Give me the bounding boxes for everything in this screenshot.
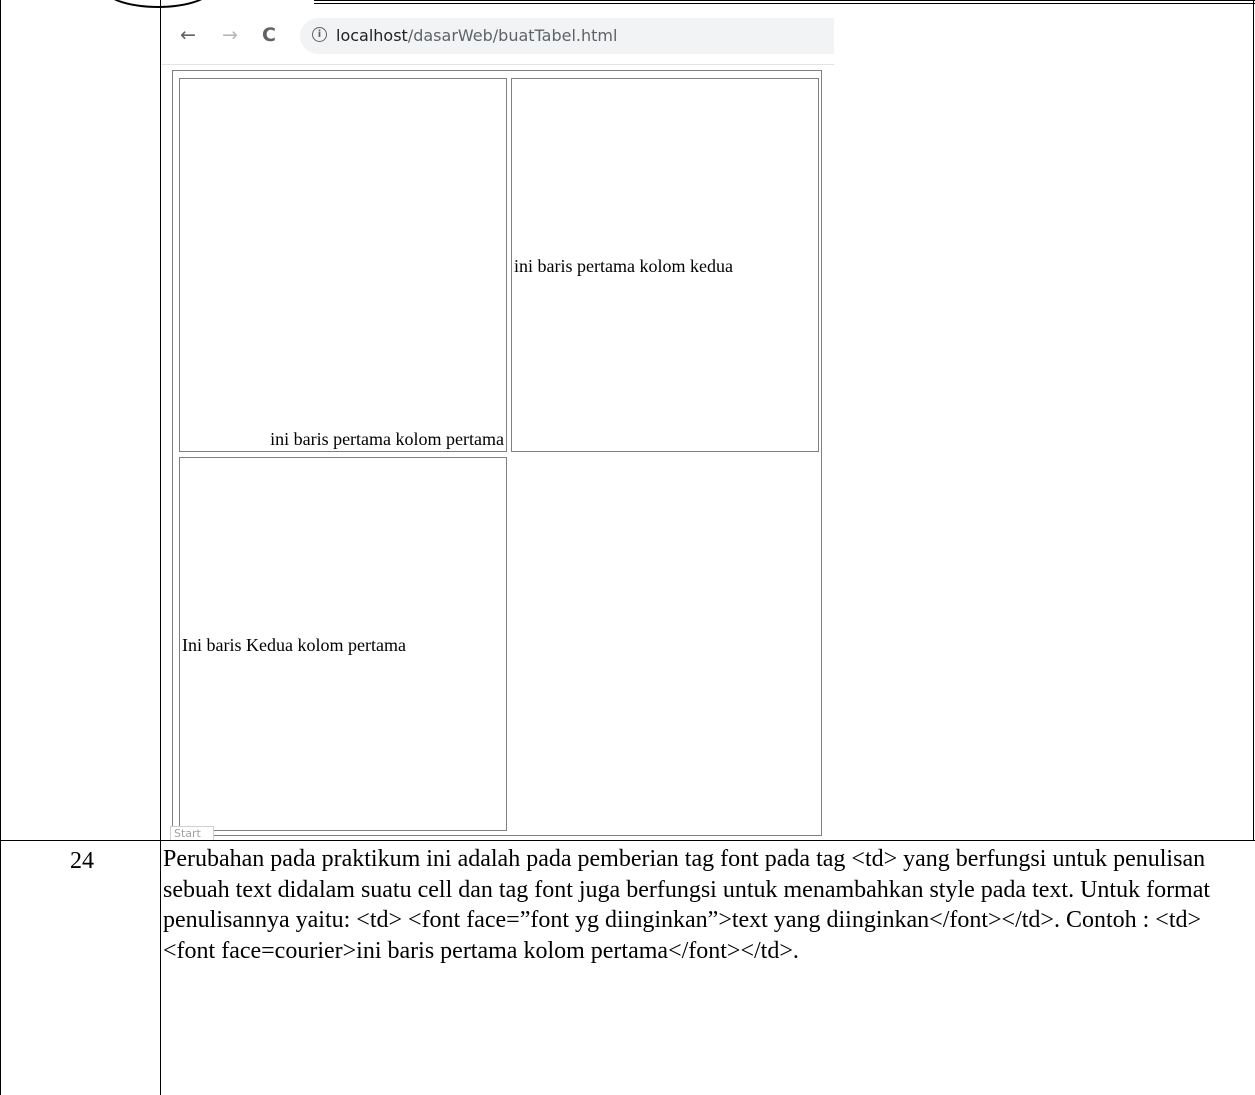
header-logo-arc <box>102 0 214 8</box>
row-number: 24 <box>70 848 94 874</box>
cell-text-r2c1: Ini baris Kedua kolom pertama <box>182 635 406 655</box>
info-icon[interactable]: i <box>312 27 327 42</box>
reload-icon[interactable]: C <box>262 24 276 46</box>
browser-toolbar: ← → C i localhost/dasarWeb/buatTabel.htm… <box>162 8 834 64</box>
cell-text-r1c1: ini baris pertama kolom pertama <box>270 429 504 449</box>
cell-text-r1c2: ini baris pertama kolom kedua <box>514 256 733 276</box>
toolbar-separator <box>162 64 834 65</box>
table-column-divider <box>160 0 161 1095</box>
forward-arrow-icon[interactable]: → <box>222 24 238 46</box>
table-top-border <box>314 0 1255 1</box>
table-row-divider <box>0 840 1255 841</box>
table-cell-r1c2: ini baris pertama kolom kedua <box>511 78 819 452</box>
table-left-border <box>0 0 1 1095</box>
back-arrow-icon[interactable]: ← <box>180 24 196 46</box>
url-host: localhost <box>336 26 408 45</box>
url-path: /dasarWeb/buatTabel.html <box>407 26 618 45</box>
table-cell-r1c1: ini baris pertama kolom pertama <box>179 78 507 452</box>
row-description: Perubahan pada praktikum ini adalah pada… <box>163 846 1211 964</box>
address-bar[interactable]: i localhost/dasarWeb/buatTabel.html <box>300 18 834 54</box>
table-cell-r2c1: Ini baris Kedua kolom pertama <box>179 457 507 831</box>
table-top-border-inner <box>314 3 1255 4</box>
url-text: localhost/dasarWeb/buatTabel.html <box>336 25 617 47</box>
table-right-border <box>1253 0 1254 840</box>
status-bar-text: Start <box>170 826 214 840</box>
browser-screenshot: ← → C i localhost/dasarWeb/buatTabel.htm… <box>162 8 834 840</box>
